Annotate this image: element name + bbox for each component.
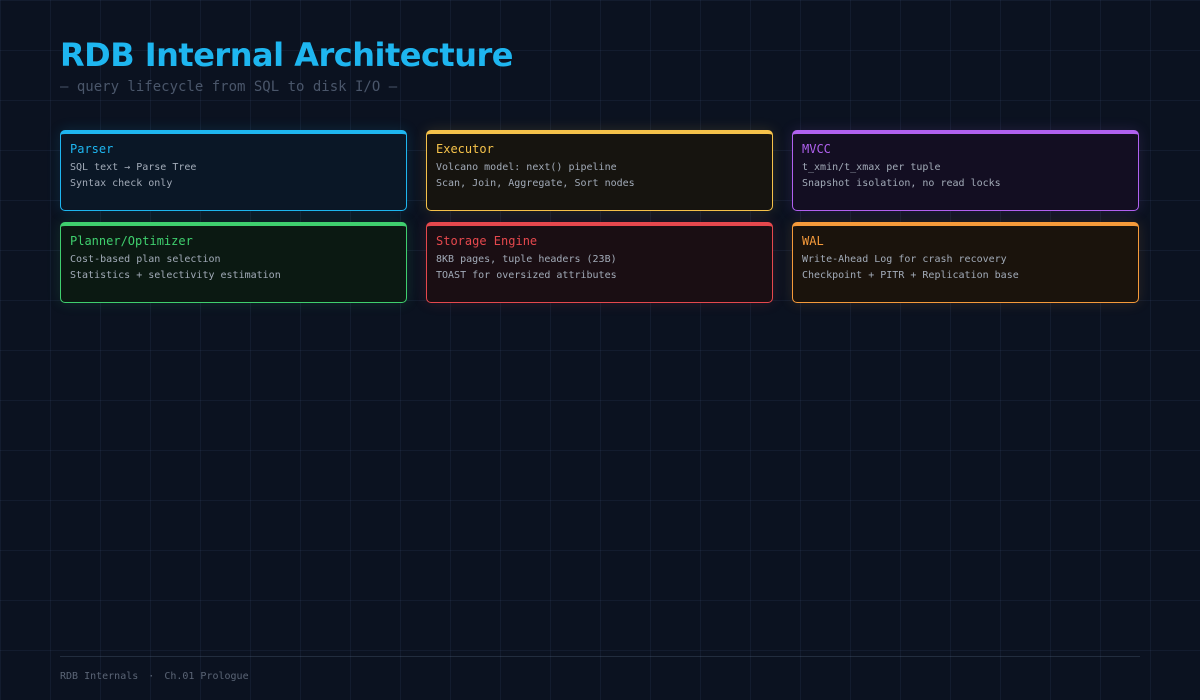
component-card-parser: Parser SQL text → Parse Tree Syntax chec… xyxy=(60,130,407,211)
card-detail-line: Cost-based plan selection xyxy=(70,254,221,265)
footer: RDB Internals · Ch.01 Prologue xyxy=(60,671,249,682)
card-title: Executor xyxy=(436,142,494,156)
footer-series: RDB Internals xyxy=(60,671,139,682)
footer-chapter: Ch.01 Prologue xyxy=(164,671,249,682)
card-detail-line: TOAST for oversized attributes xyxy=(436,270,617,281)
component-card-executor: Executor Volcano model: next() pipeline … xyxy=(426,130,773,211)
architecture-grid: Parser SQL text → Parse Tree Syntax chec… xyxy=(60,130,1139,303)
card-title: Planner/Optimizer xyxy=(70,234,193,248)
card-detail-line: t_xmin/t_xmax per tuple xyxy=(802,162,941,173)
card-detail-line: Volcano model: next() pipeline xyxy=(436,162,617,173)
component-card-wal: WAL Write-Ahead Log for crash recovery C… xyxy=(792,222,1139,303)
card-detail-line: Statistics + selectivity estimation xyxy=(70,270,281,281)
slide-title: RDB Internal Architecture xyxy=(60,36,513,74)
card-title: WAL xyxy=(802,234,824,248)
footer-separator: · xyxy=(148,671,155,682)
card-detail-line: Write-Ahead Log for crash recovery xyxy=(802,254,1007,265)
card-title: Parser xyxy=(70,142,114,156)
card-detail-line: SQL text → Parse Tree xyxy=(70,162,197,173)
card-detail-line: Snapshot isolation, no read locks xyxy=(802,178,1001,189)
card-detail-line: 8KB pages, tuple headers (23B) xyxy=(436,254,617,265)
card-title: MVCC xyxy=(802,142,831,156)
card-detail-line: Scan, Join, Aggregate, Sort nodes xyxy=(436,178,635,189)
component-card-storage-engine: Storage Engine 8KB pages, tuple headers … xyxy=(426,222,773,303)
slide-subtitle: — query lifecycle from SQL to disk I/O — xyxy=(60,79,398,95)
component-card-planner-optimizer: Planner/Optimizer Cost-based plan select… xyxy=(60,222,407,303)
component-card-mvcc: MVCC t_xmin/t_xmax per tuple Snapshot is… xyxy=(792,130,1139,211)
card-detail-line: Syntax check only xyxy=(70,178,173,189)
card-title: Storage Engine xyxy=(436,234,538,248)
footer-divider xyxy=(60,656,1140,657)
card-detail-line: Checkpoint + PITR + Replication base xyxy=(802,270,1019,281)
